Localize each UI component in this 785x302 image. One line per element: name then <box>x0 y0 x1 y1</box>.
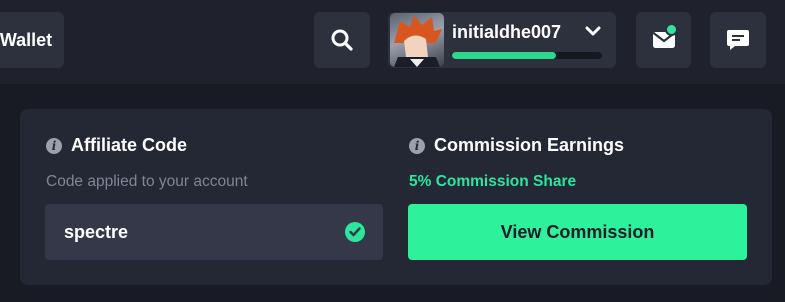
affiliate-code-value: spectre <box>64 221 129 242</box>
info-icon[interactable]: i <box>409 137 425 154</box>
info-icon[interactable]: i <box>46 137 62 154</box>
view-commission-label: View Commission <box>500 221 655 242</box>
chat-button[interactable] <box>710 12 766 68</box>
wallet-label: Wallet <box>0 29 53 50</box>
check-icon <box>345 222 365 242</box>
commission-earnings-title: Commission Earnings <box>434 135 625 155</box>
commission-share-text: 5% Commission Share <box>409 173 577 190</box>
username: initialdhe007 <box>452 22 562 42</box>
xp-progress-bar <box>452 52 602 59</box>
mail-button[interactable] <box>636 12 691 68</box>
commission-earnings-heading: i Commission Earnings <box>409 135 624 156</box>
notification-dot <box>665 23 678 36</box>
affiliate-code-title: Affiliate Code <box>71 135 188 155</box>
affiliate-card: i Affiliate Code Code applied to your ac… <box>20 109 772 285</box>
user-profile-menu[interactable]: initialdhe007 <box>388 12 616 68</box>
affiliate-code-field[interactable]: spectre <box>45 204 383 260</box>
search-icon <box>331 29 353 51</box>
affiliate-code-subtitle: Code applied to your account <box>46 173 248 190</box>
view-commission-button[interactable]: View Commission <box>408 204 747 260</box>
xp-progress-fill <box>452 52 556 59</box>
search-button[interactable] <box>314 12 370 68</box>
affiliate-code-heading: i Affiliate Code <box>46 135 187 156</box>
chat-icon <box>727 30 749 50</box>
avatar <box>390 13 444 67</box>
chevron-down-icon[interactable] <box>584 25 602 39</box>
top-navigation-bar: Wallet initialdhe007 <box>0 0 785 84</box>
wallet-button[interactable]: Wallet <box>0 12 64 68</box>
